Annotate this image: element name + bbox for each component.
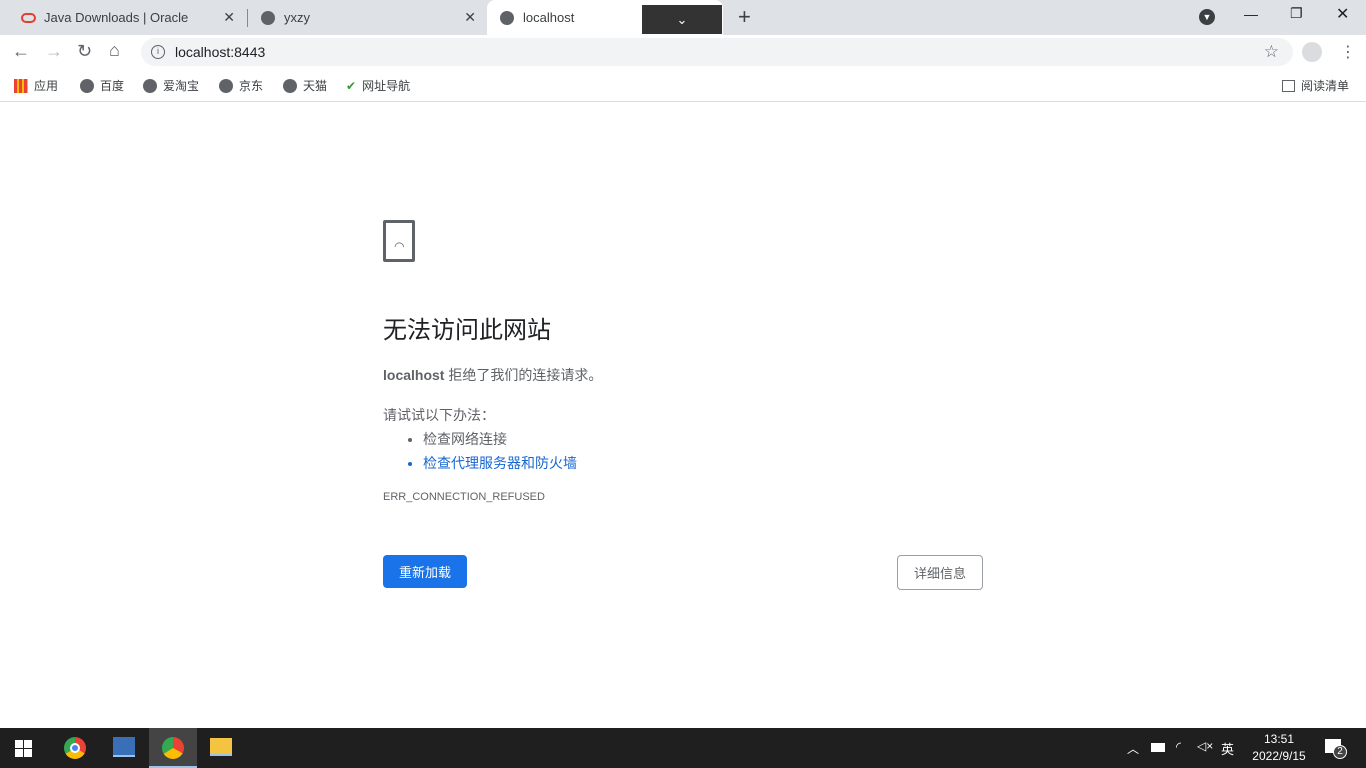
- reload-page-button[interactable]: 重新加载: [383, 555, 467, 588]
- error-title: 无法访问此网站: [383, 317, 551, 344]
- error-host: localhost: [383, 367, 445, 383]
- suggestion-check-proxy-link[interactable]: 检查代理服务器和防火墙: [423, 451, 983, 475]
- globe-icon: [219, 78, 233, 93]
- reading-list-button[interactable]: 阅读清单: [1282, 77, 1349, 94]
- back-button[interactable]: ←: [12, 41, 30, 62]
- error-code: ERR_CONNECTION_REFUSED: [383, 491, 545, 503]
- globe-icon: [143, 78, 157, 93]
- info-icon[interactable]: i: [151, 45, 165, 59]
- home-button[interactable]: ⌂: [109, 40, 120, 61]
- try-label: 请试试以下办法：: [383, 407, 495, 423]
- clock-time: 13:51: [1263, 732, 1295, 746]
- tab-strip: Java Downloads | Oracle ✕ yxzy ✕ localho…: [0, 0, 1366, 35]
- bookmark-baidu[interactable]: 百度: [80, 77, 124, 94]
- wifi-icon[interactable]: ◜: [1176, 739, 1181, 755]
- bookmark-label: 应用: [34, 79, 59, 93]
- menu-icon[interactable]: ⋮: [1340, 42, 1356, 62]
- apps-grid-icon: [14, 78, 28, 93]
- details-button[interactable]: 详细信息: [897, 555, 983, 590]
- bookmark-label: 网址导航: [362, 79, 411, 93]
- taskbar: ︿ ◜ ◁× 英 13:51 2022/9/15 2: [0, 728, 1366, 768]
- chrome-taskbar-icon[interactable]: [64, 737, 86, 759]
- notification-count: 2: [1333, 745, 1347, 759]
- show-hidden-icons[interactable]: ︿: [1127, 740, 1139, 757]
- bookmark-label: 天猫: [303, 79, 328, 93]
- hao-icon: ✔: [346, 78, 357, 93]
- error-page: ◡ 无法访问此网站 localhost 拒绝了我们的连接请求。 请试试以下办法：…: [383, 220, 983, 590]
- globe-icon: [499, 10, 515, 26]
- bookmark-label: 百度: [100, 79, 125, 93]
- profile-icon[interactable]: [1302, 42, 1322, 62]
- url-text: localhost:8443: [175, 44, 266, 60]
- bookmark-jd[interactable]: 京东: [219, 77, 263, 94]
- start-button[interactable]: [15, 740, 32, 757]
- bookmark-label: 京东: [239, 79, 264, 93]
- oracle-icon: [20, 10, 36, 26]
- minimize-button[interactable]: —: [1244, 6, 1258, 22]
- bookmark-label: 爱淘宝: [163, 79, 200, 93]
- error-message: 拒绝了我们的连接请求。: [444, 367, 603, 383]
- bookmark-hao123[interactable]: ✔ 网址导航: [346, 77, 410, 94]
- bookmark-aitaobao[interactable]: 爱淘宝: [143, 77, 199, 94]
- reading-list-label: 阅读清单: [1301, 79, 1350, 93]
- reload-button[interactable]: ↻: [77, 41, 92, 62]
- sad-page-icon: ◡: [383, 220, 415, 262]
- reading-list-icon: [1282, 79, 1295, 92]
- notifications-button[interactable]: 2: [1325, 739, 1347, 759]
- bookmarks-bar: 应用 百度 爱淘宝 京东 天猫 ✔ 网址导航 阅读清单: [0, 69, 1366, 102]
- globe-icon: [80, 78, 94, 93]
- tab-yxzy[interactable]: yxzy ✕: [240, 0, 486, 35]
- volume-muted-icon[interactable]: ◁×: [1197, 739, 1213, 753]
- forward-button[interactable]: →: [45, 41, 63, 62]
- clock[interactable]: 13:51 2022/9/15: [1246, 731, 1312, 765]
- remote-desktop-taskbar-icon[interactable]: [113, 737, 135, 757]
- bookmark-apps[interactable]: 应用: [14, 77, 58, 94]
- tab-search-icon[interactable]: ▼: [1199, 9, 1215, 25]
- tab-title: Java Downloads | Oracle: [44, 10, 189, 25]
- tab-title: localhost: [523, 10, 575, 25]
- new-tab-button[interactable]: +: [738, 4, 751, 30]
- close-window-button[interactable]: ✕: [1336, 4, 1349, 24]
- tab-dropdown-overlay[interactable]: ⌄: [642, 5, 722, 34]
- chrome-active-taskbar-icon[interactable]: [149, 728, 197, 768]
- clock-date: 2022/9/15: [1252, 749, 1306, 763]
- ime-indicator[interactable]: 英: [1221, 739, 1234, 758]
- close-tab-icon[interactable]: ✕: [223, 9, 235, 26]
- address-bar[interactable]: i localhost:8443 ☆: [141, 38, 1293, 66]
- file-explorer-taskbar-icon[interactable]: [210, 738, 232, 756]
- bookmark-tmall[interactable]: 天猫: [283, 77, 327, 94]
- battery-icon[interactable]: [1151, 743, 1165, 752]
- globe-icon: [260, 10, 276, 26]
- tab-oracle[interactable]: Java Downloads | Oracle ✕: [0, 0, 245, 35]
- restore-button[interactable]: ❐: [1290, 5, 1303, 22]
- bookmark-star-icon[interactable]: ☆: [1264, 42, 1279, 62]
- tab-title: yxzy: [284, 10, 310, 25]
- close-tab-icon[interactable]: ✕: [464, 9, 476, 26]
- suggestion-check-network: 检查网络连接: [423, 427, 983, 451]
- globe-icon: [283, 78, 297, 93]
